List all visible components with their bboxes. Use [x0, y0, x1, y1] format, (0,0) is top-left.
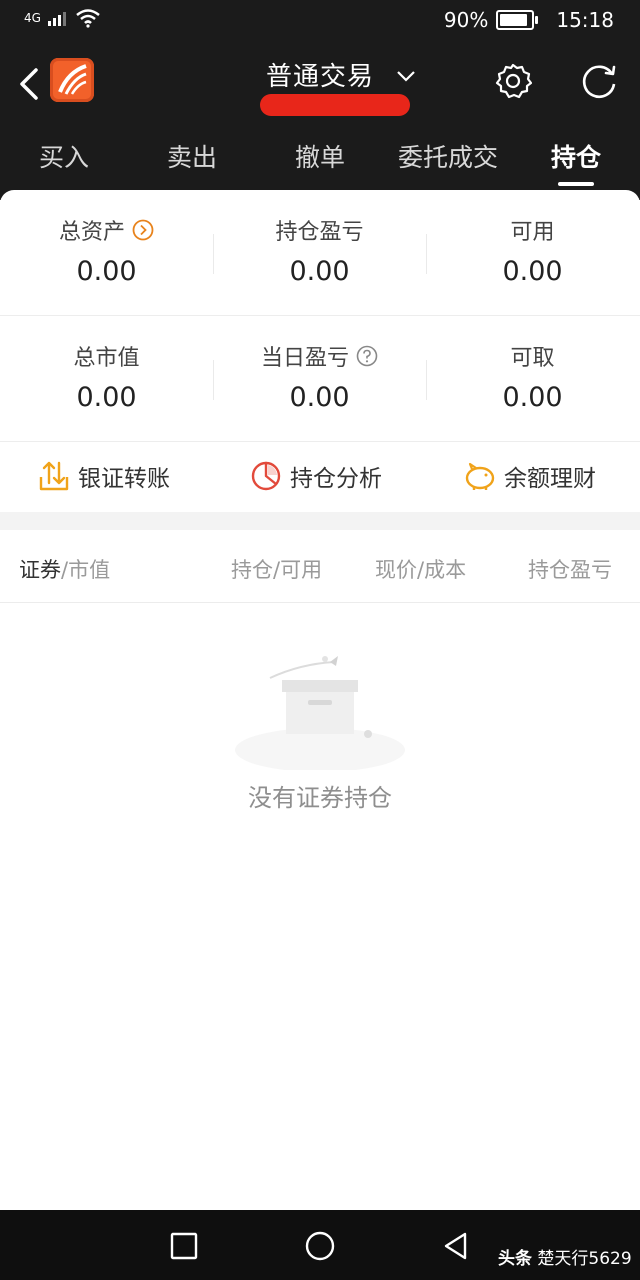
- stat-value: 0.00: [76, 382, 137, 413]
- stat-label: 总资产: [58, 220, 125, 245]
- stat-value: 0.00: [76, 256, 137, 287]
- col-price-cost: 现价/成本: [375, 558, 467, 582]
- watermark-author: 楚天行5629: [537, 1249, 632, 1269]
- circle-arrow-right-icon[interactable]: [132, 219, 154, 241]
- quick-actions: 银证转账 持仓分析 余额理财: [0, 442, 640, 512]
- action-label: 余额理财: [504, 466, 596, 492]
- balance-finance-button[interactable]: 余额理财: [464, 456, 596, 496]
- page-title: 普通交易: [266, 62, 375, 92]
- stat-total-assets[interactable]: 总资产 0.00: [0, 190, 213, 314]
- refresh-icon[interactable]: [580, 62, 620, 102]
- empty-state-message: 没有证券持仓: [248, 784, 392, 812]
- stat-withdrawable: 可取 0.00: [426, 316, 639, 440]
- col-holding-available: 持仓/可用: [231, 558, 323, 582]
- wifi-icon: [76, 9, 100, 28]
- stats-row-1: 总资产 0.00 持仓盈亏 0.00 可用 0.00: [0, 190, 640, 314]
- app-header: 普通交易: [0, 42, 640, 130]
- stat-value: 0.00: [502, 382, 563, 413]
- gear-icon[interactable]: [494, 62, 532, 100]
- col-position-pnl: 持仓盈亏: [528, 558, 612, 582]
- position-analysis-button[interactable]: 持仓分析: [250, 456, 382, 496]
- tab-orders-deals[interactable]: 委托成交: [384, 130, 512, 192]
- watermark-brand: 头条: [498, 1249, 532, 1269]
- redacted-account: [260, 94, 410, 116]
- stat-position-pnl: 持仓盈亏 0.00: [213, 190, 426, 314]
- stat-label: 总市值: [73, 346, 140, 371]
- battery-percent: 90%: [443, 8, 489, 32]
- positions-table-header: 证券/市值 持仓/可用 现价/成本 持仓盈亏: [0, 530, 640, 602]
- chevron-down-icon[interactable]: [396, 66, 416, 86]
- stat-label: 持仓盈亏: [275, 220, 364, 245]
- watermark: 头条 楚天行5629: [498, 1244, 632, 1269]
- back-icon[interactable]: [16, 64, 44, 104]
- stat-total-market-value: 总市值 0.00: [0, 316, 213, 440]
- question-circle-icon[interactable]: [356, 345, 378, 367]
- stat-daily-pnl[interactable]: 当日盈亏 0.00: [213, 316, 426, 440]
- stat-value: 0.00: [289, 382, 350, 413]
- stat-label: 可用: [510, 220, 555, 245]
- tab-cancel-order[interactable]: 撤单: [256, 130, 384, 192]
- stat-label: 可取: [510, 346, 555, 371]
- bank-transfer-button[interactable]: 银证转账: [38, 456, 170, 496]
- col-market-value-label: /市值: [61, 558, 111, 582]
- status-bar: 4G 90% 15:18: [0, 0, 640, 42]
- clock-time: 15:18: [556, 8, 614, 32]
- app-logo[interactable]: [50, 58, 94, 102]
- network-type: 4G: [24, 11, 41, 25]
- pie-chart-icon: [251, 461, 281, 491]
- battery-icon: [496, 10, 539, 30]
- back-triangle-icon[interactable]: [440, 1230, 472, 1262]
- home-icon[interactable]: [304, 1230, 336, 1262]
- account-selector[interactable]: 普通交易: [246, 52, 426, 116]
- top-header-area: 4G 90% 15:18 普通交易 买入 卖出 撤单 委托成交 持仓: [0, 0, 640, 200]
- col-security-market-value: 证券/市值: [19, 554, 110, 584]
- asset-summary-card: 总资产 0.00 持仓盈亏 0.00 可用 0.00 总市值 0.00 当日盈亏…: [0, 190, 640, 512]
- signal-icon: [47, 12, 66, 26]
- recent-apps-icon[interactable]: [168, 1230, 200, 1262]
- transfer-icon: [39, 461, 69, 491]
- section-separator: [0, 512, 640, 530]
- tab-buy[interactable]: 买入: [0, 130, 128, 192]
- tab-sell[interactable]: 卖出: [128, 130, 256, 192]
- stat-label: 当日盈亏: [260, 346, 349, 371]
- stat-value: 0.00: [289, 256, 350, 287]
- empty-box-icon: [235, 656, 405, 770]
- col-security-label: 证券: [19, 558, 61, 582]
- tab-positions[interactable]: 持仓: [512, 130, 640, 192]
- stat-value: 0.00: [502, 256, 563, 287]
- trade-tabs: 买入 卖出 撤单 委托成交 持仓: [0, 130, 640, 192]
- stats-row-2: 总市值 0.00 当日盈亏 0.00 可取 0.00: [0, 316, 640, 440]
- action-label: 银证转账: [78, 466, 170, 492]
- divider: [0, 602, 640, 603]
- stat-available: 可用 0.00: [426, 190, 639, 314]
- piggy-bank-icon: [465, 462, 495, 490]
- action-label: 持仓分析: [290, 466, 382, 492]
